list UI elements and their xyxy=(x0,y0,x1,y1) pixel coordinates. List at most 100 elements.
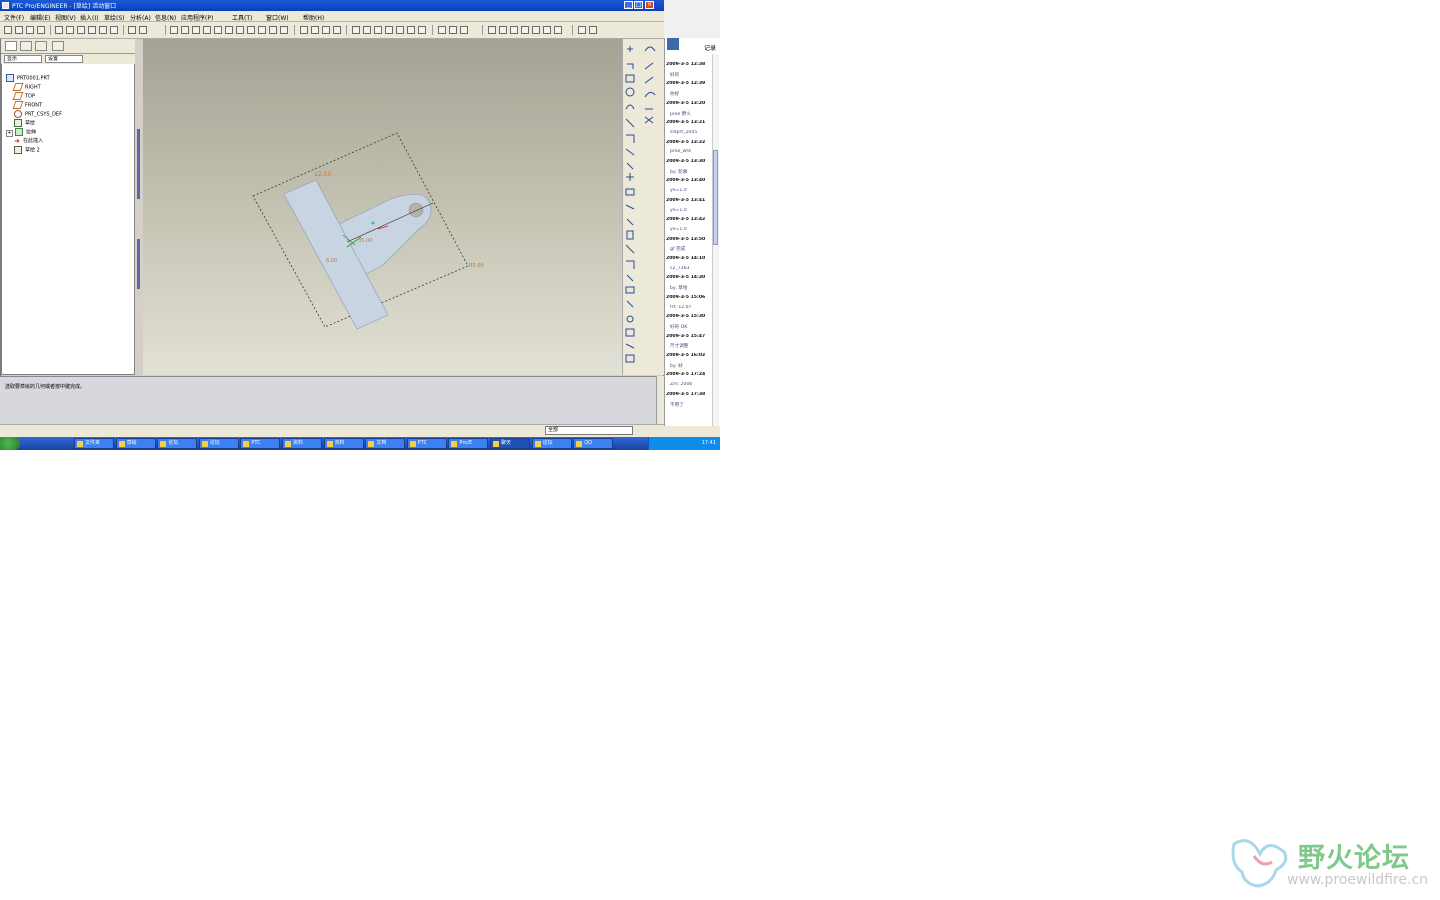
spin-center-icon[interactable] xyxy=(181,26,189,34)
line-tool-icon[interactable] xyxy=(644,76,654,84)
datum-points-icon[interactable] xyxy=(374,26,382,34)
divide-tool-icon[interactable] xyxy=(626,260,635,269)
whats-this-icon[interactable] xyxy=(578,26,586,34)
model-analysis-icon[interactable] xyxy=(510,26,518,34)
chat-row[interactable]: 2009-3-5 16:02 xyxy=(666,353,710,358)
csys-display-icon[interactable] xyxy=(385,26,393,34)
sketch-grid-icon[interactable] xyxy=(418,26,426,34)
no-hidden-icon[interactable] xyxy=(322,26,330,34)
taskbar-button[interactable]: 论坛 xyxy=(198,438,239,449)
mirror-tool-icon[interactable] xyxy=(626,274,634,282)
point-tool-icon[interactable] xyxy=(625,148,635,156)
taskbar-button[interactable]: PTC xyxy=(406,438,447,449)
sketch-vertices-icon[interactable] xyxy=(438,26,446,34)
chat-row[interactable]: 2009-3-5 15:47 xyxy=(666,334,710,339)
chat-row[interactable]: 2009-3-5 15:30 xyxy=(666,314,710,319)
line-tool-icon[interactable] xyxy=(627,63,634,69)
point-tool-icon[interactable] xyxy=(644,116,654,124)
tree-item[interactable]: PRT0001.PRT xyxy=(6,74,50,82)
sketch-constraints-icon[interactable] xyxy=(407,26,415,34)
chat-row[interactable]: ye=1.0 xyxy=(666,188,714,193)
chat-row[interactable]: 尺寸调整 xyxy=(666,343,714,349)
arc-tool-icon[interactable] xyxy=(644,46,656,52)
done-tool-icon[interactable] xyxy=(625,328,635,337)
layers-icon[interactable] xyxy=(258,26,266,34)
sketch-entities-icon[interactable] xyxy=(449,26,457,34)
select-box-icon[interactable] xyxy=(139,26,147,34)
cut-icon[interactable] xyxy=(77,26,85,34)
regenerate-icon[interactable] xyxy=(110,26,118,34)
help-icon[interactable] xyxy=(589,26,597,34)
arc-tool-icon[interactable] xyxy=(625,104,635,110)
reorient-icon[interactable] xyxy=(236,26,244,34)
menu-insert[interactable]: 插入(I) xyxy=(80,13,98,22)
print-icon[interactable] xyxy=(37,26,45,34)
sketch-dims-icon[interactable] xyxy=(396,26,404,34)
chat-row[interactable]: 2009-3-5 13:50 xyxy=(666,237,710,242)
menu-edit[interactable]: 编辑(E) xyxy=(30,13,50,22)
chat-row[interactable]: by: 轮廓 xyxy=(666,169,714,175)
selection-filter[interactable]: 全部 xyxy=(545,426,633,435)
taskbar-button[interactable]: PTC xyxy=(240,438,281,449)
zoom-in-icon[interactable] xyxy=(203,26,211,34)
chat-row[interactable]: ye=1.0 xyxy=(666,227,714,232)
dimension-label[interactable]: R5.00 xyxy=(469,263,484,269)
surface-analysis-icon[interactable] xyxy=(532,26,540,34)
datum-planes-icon[interactable] xyxy=(352,26,360,34)
circle-tool-icon[interactable] xyxy=(625,87,635,97)
chat-row[interactable]: 2009-3-5 13:21 xyxy=(666,120,710,125)
taskbar-button[interactable]: 草绘 xyxy=(115,438,156,449)
measure-icon[interactable] xyxy=(488,26,496,34)
connections-tab[interactable] xyxy=(52,41,64,51)
tree-item[interactable]: + 拉伸 xyxy=(6,128,36,137)
paste-icon[interactable] xyxy=(99,26,107,34)
chat-row[interactable]: 好的 xyxy=(666,72,714,78)
favorites-tab[interactable] xyxy=(35,41,47,51)
taskbar-button[interactable]: 资料 xyxy=(323,438,364,449)
tree-item[interactable]: 草绘 xyxy=(14,119,35,127)
menu-info[interactable]: 信息(N) xyxy=(155,13,176,22)
chat-row[interactable]: ye=1.0 xyxy=(666,208,714,213)
chat-row[interactable]: 2009-3-5 17:38 xyxy=(666,392,710,397)
menu-view[interactable]: 视图(V) xyxy=(55,13,76,22)
minimize-button[interactable]: _ xyxy=(624,1,633,9)
fillet-tool-icon[interactable] xyxy=(625,118,635,128)
taskbar-button[interactable]: 资料 xyxy=(282,438,322,449)
menu-help[interactable]: 帮助(H) xyxy=(303,13,324,22)
menu-tools[interactable]: 工具(T) xyxy=(232,13,252,22)
chat-scrollbar-thumb[interactable] xyxy=(713,150,718,245)
palette-tool-icon[interactable] xyxy=(626,230,634,240)
show-dropdown[interactable]: 显示 xyxy=(4,55,42,63)
fillet-tool-icon[interactable] xyxy=(625,354,635,363)
chat-row[interactable]: c2_7363 xyxy=(666,266,714,271)
dimension-label[interactable]: 35.00 xyxy=(358,238,372,244)
taskbar-button[interactable]: Pro/E xyxy=(448,438,489,449)
shading-icon[interactable] xyxy=(333,26,341,34)
undo-icon[interactable] xyxy=(55,26,63,34)
zoom-out-icon[interactable] xyxy=(214,26,222,34)
chat-row[interactable]: Zm: 2006 xyxy=(666,382,714,387)
chat-row[interactable]: 2009-3-5 15:06 xyxy=(666,295,710,300)
orient-icon[interactable] xyxy=(192,26,200,34)
open-icon[interactable] xyxy=(15,26,23,34)
start-button[interactable] xyxy=(0,437,20,450)
record-tab[interactable]: 记录 xyxy=(704,43,716,52)
analysis-icon[interactable] xyxy=(499,26,507,34)
dimension-tool-icon[interactable] xyxy=(626,173,634,181)
copy-icon[interactable] xyxy=(88,26,96,34)
chat-row[interactable]: frt: 12.07 xyxy=(666,305,714,310)
menu-analysis[interactable]: 分析(A) xyxy=(130,13,151,22)
section-analysis-icon[interactable] xyxy=(543,26,551,34)
chat-row[interactable]: by: 好 xyxy=(666,363,714,369)
tree-item[interactable]: RIGHT xyxy=(12,83,41,91)
folder-browser-tab[interactable] xyxy=(20,41,32,51)
dimension-label[interactable]: 12.50 xyxy=(314,171,331,178)
hidden-line-icon[interactable] xyxy=(311,26,319,34)
redo-icon[interactable] xyxy=(66,26,74,34)
chat-row[interactable]: proe_wf4 xyxy=(666,149,714,154)
cancel-tool-icon[interactable] xyxy=(625,343,635,349)
constraint-tool-icon[interactable] xyxy=(625,204,635,210)
chat-row[interactable]: proe 野火 xyxy=(666,111,714,117)
settings-dropdown[interactable]: 设置 xyxy=(45,55,83,63)
chat-row[interactable]: 好的 OK xyxy=(666,324,714,330)
